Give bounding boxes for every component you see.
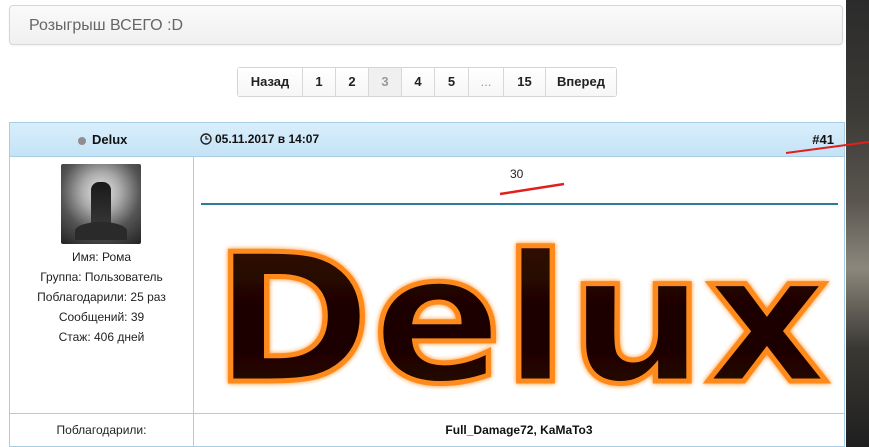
thanks-row: Поблагодарили: Full_Damage72, KaMaTo3 bbox=[10, 413, 844, 447]
post-content: 30 Delux bbox=[194, 157, 844, 413]
post-author[interactable]: Delux bbox=[92, 132, 127, 147]
user-tenure-line: Стаж: 406 дней bbox=[58, 330, 145, 344]
user-name-line: Имя: Рома bbox=[71, 250, 132, 264]
background-photo-strip bbox=[846, 0, 869, 447]
post-date: 05.11.2017 в 14:07 bbox=[215, 132, 320, 146]
user-posts-line: Сообщений: 39 bbox=[58, 310, 145, 324]
user-group-line: Группа: Пользователь bbox=[40, 270, 163, 284]
post-header: Delux 05.11.2017 в 14:07 #41 bbox=[10, 123, 844, 157]
post-message: 30 bbox=[510, 167, 524, 181]
next-page-button[interactable]: Вперед bbox=[545, 68, 616, 96]
prev-page-button[interactable]: Назад bbox=[238, 68, 302, 96]
signature-image: Delux bbox=[211, 229, 832, 399]
user-details: Имя: Рома Группа: Пользователь Поблагода… bbox=[10, 247, 193, 347]
current-page-3: 3 bbox=[368, 68, 401, 96]
thanks-names[interactable]: Full_Damage72, KaMaTo3 bbox=[194, 414, 844, 447]
status-dot-icon bbox=[78, 137, 86, 145]
forum-post: Delux 05.11.2017 в 14:07 #41 Имя: Рома Г… bbox=[9, 122, 845, 447]
signature-text: Delux bbox=[213, 229, 829, 399]
user-thanks-line: Поблагодарили: 25 раз bbox=[37, 290, 166, 304]
avatar bbox=[61, 164, 141, 244]
signature-separator bbox=[201, 203, 838, 205]
topic-title-bar: Розыгрыш ВСЕГО :D bbox=[9, 5, 843, 45]
page-5-link[interactable]: 5 bbox=[434, 68, 468, 96]
page-2-link[interactable]: 2 bbox=[335, 68, 368, 96]
avatar-throne bbox=[75, 222, 127, 240]
thanks-label: Поблагодарили: bbox=[10, 414, 194, 447]
page-4-link[interactable]: 4 bbox=[401, 68, 434, 96]
page-1-link[interactable]: 1 bbox=[302, 68, 335, 96]
pagination: Назад 1 2 3 4 5 ... 15 Вперед bbox=[237, 67, 617, 97]
topic-title: Розыгрыш ВСЕГО :D bbox=[29, 17, 184, 34]
page-15-link[interactable]: 15 bbox=[503, 68, 545, 96]
clock-icon bbox=[200, 133, 212, 145]
user-info-column: Имя: Рома Группа: Пользователь Поблагода… bbox=[10, 157, 194, 413]
post-number-link[interactable]: #41 bbox=[812, 132, 834, 147]
pagination-ellipsis: ... bbox=[468, 68, 503, 96]
